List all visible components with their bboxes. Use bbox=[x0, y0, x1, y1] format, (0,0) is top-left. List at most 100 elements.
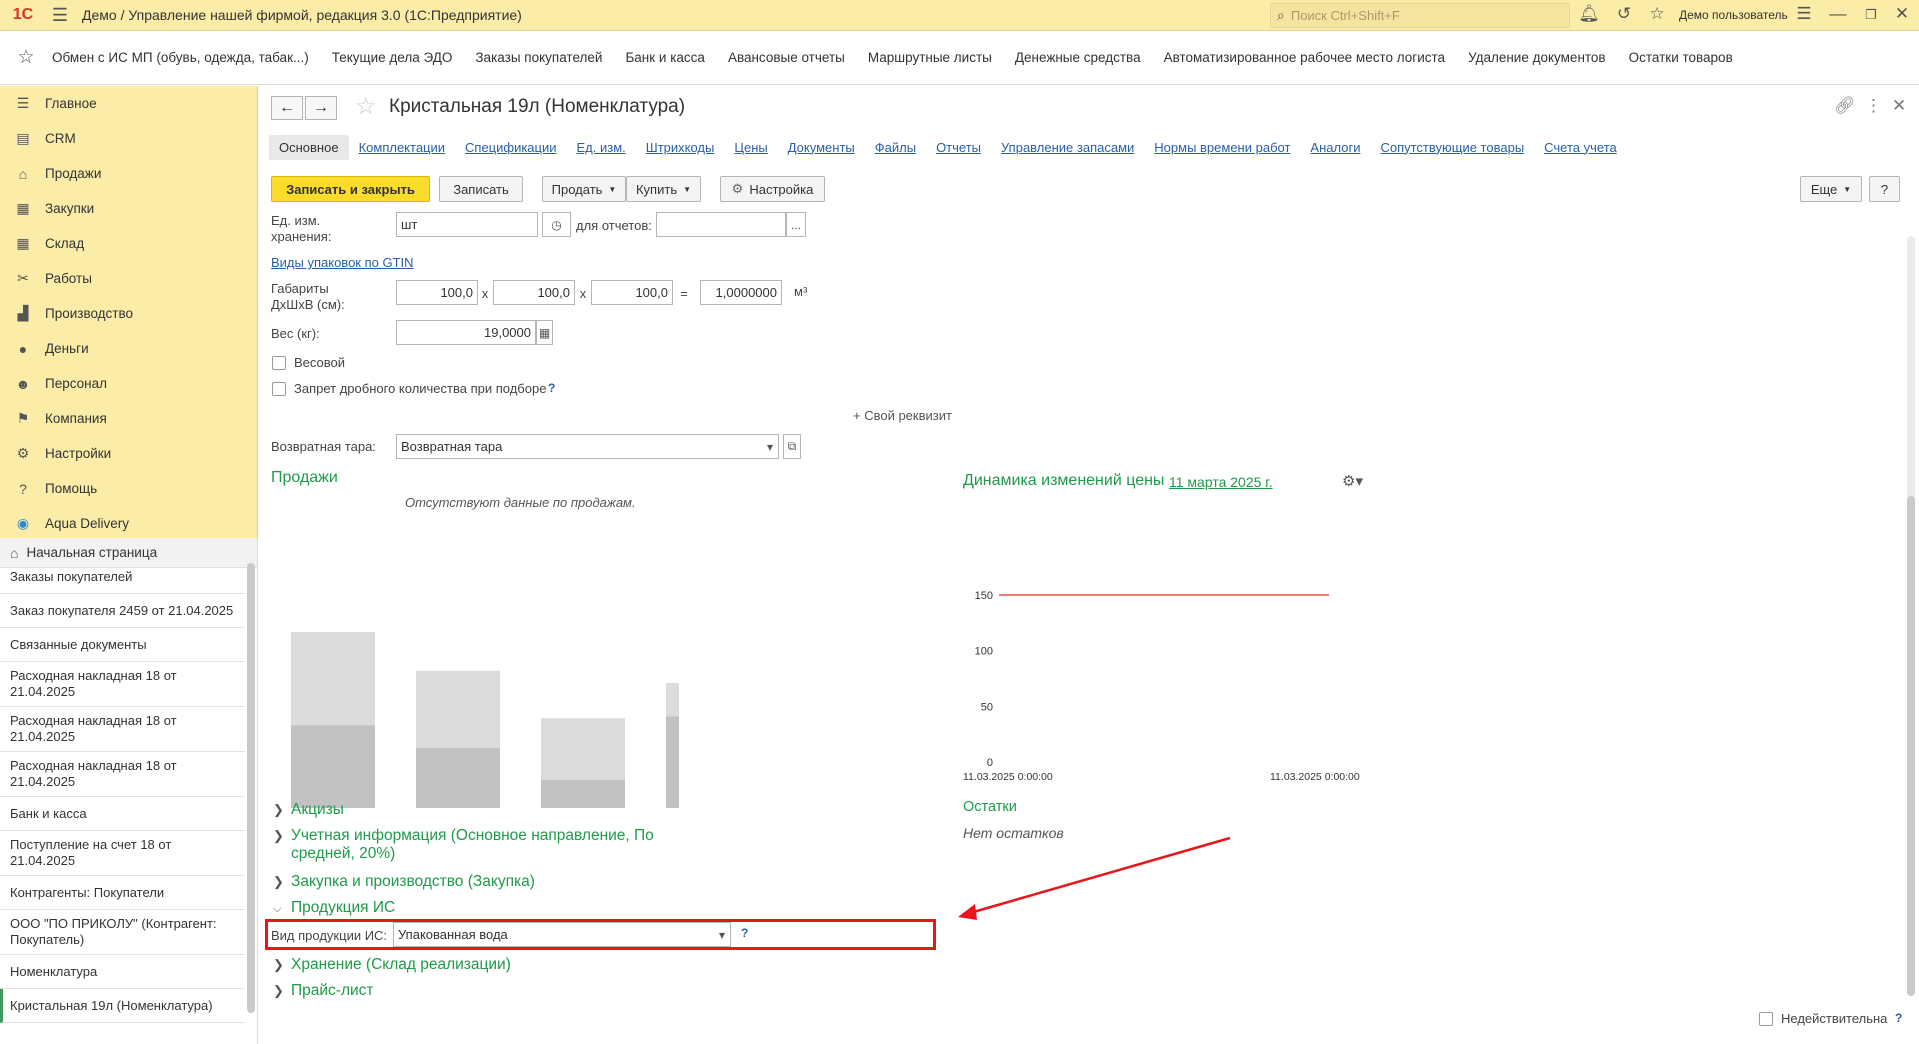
sidebar-item-personnel[interactable]: ☻ Персонал bbox=[0, 366, 257, 401]
sidebar-item-sales[interactable]: ⌂ Продажи bbox=[0, 156, 257, 191]
sidebar-item-company[interactable]: ⚑ Компания bbox=[0, 401, 257, 436]
sidebar-item-help[interactable]: ? Помощь bbox=[0, 471, 257, 506]
fav-item[interactable]: Удаление документов bbox=[1468, 50, 1606, 65]
restore-icon[interactable]: ❐ bbox=[1859, 7, 1883, 23]
sidebar-item-crm[interactable]: ▤ CRM bbox=[0, 121, 257, 156]
tab-documents[interactable]: Документы bbox=[788, 140, 855, 155]
help-icon[interactable]: ? bbox=[1895, 1011, 1902, 1025]
history-item[interactable]: Расходная накладная 18 от 21.04.2025 bbox=[0, 662, 245, 707]
sidebar-item-aqua-delivery[interactable]: ◉ Aqua Delivery bbox=[0, 506, 257, 541]
group-pricelist[interactable]: ❯ Прайс-лист bbox=[273, 982, 374, 1000]
history-scrollbar[interactable] bbox=[247, 563, 255, 1013]
fav-item[interactable]: Обмен с ИС МП (обувь, одежда, табак...) bbox=[52, 50, 309, 65]
history-item[interactable]: Контрагенты: Покупатели bbox=[0, 876, 245, 910]
weighted-checkbox[interactable] bbox=[272, 356, 286, 370]
tab-prices[interactable]: Цены bbox=[734, 140, 767, 155]
tab-main[interactable]: Основное bbox=[269, 134, 349, 160]
sidebar-item-warehouse[interactable]: ▦ Склад bbox=[0, 226, 257, 261]
close-icon[interactable]: ✕ bbox=[1890, 4, 1914, 24]
history-item[interactable]: Расходная накладная 18 от 21.04.2025 bbox=[0, 752, 245, 797]
length-field[interactable]: 100,0 bbox=[396, 280, 478, 305]
group-excise[interactable]: ❯ Акцизы bbox=[273, 801, 344, 819]
sidebar-item-main[interactable]: ☰ Главное bbox=[0, 86, 257, 121]
tab-related-products[interactable]: Сопутствующие товары bbox=[1380, 140, 1524, 155]
history-icon[interactable]: ↺ bbox=[1612, 4, 1636, 24]
sell-button[interactable]: Продать ▼ bbox=[542, 176, 626, 202]
user-name[interactable]: Демо пользователь bbox=[1679, 8, 1788, 22]
history-pick-icon[interactable]: ◷ bbox=[542, 212, 571, 237]
sidebar-item-money[interactable]: ● Деньги bbox=[0, 331, 257, 366]
history-item[interactable]: Поступление на счет 18 от 21.04.2025 bbox=[0, 831, 245, 876]
fav-item[interactable]: Маршрутные листы bbox=[868, 50, 992, 65]
tab-barcodes[interactable]: Штрихкоды bbox=[646, 140, 715, 155]
history-item[interactable]: Связанные документы bbox=[0, 628, 245, 662]
inactive-checkbox[interactable] bbox=[1759, 1012, 1773, 1026]
close-form-icon[interactable]: ✕ bbox=[1892, 96, 1906, 116]
gtin-packaging-link[interactable]: Виды упаковок по GTIN bbox=[271, 255, 414, 270]
height-field[interactable]: 100,0 bbox=[591, 280, 673, 305]
save-close-button[interactable]: Записать и закрыть bbox=[271, 176, 430, 202]
buy-button[interactable]: Купить ▼ bbox=[626, 176, 701, 202]
forward-button[interactable]: → bbox=[305, 96, 337, 120]
select-ellipsis-button[interactable]: ... bbox=[786, 212, 806, 237]
tab-inventory-management[interactable]: Управление запасами bbox=[1001, 140, 1134, 155]
tab-files[interactable]: Файлы bbox=[875, 140, 916, 155]
tab-reports[interactable]: Отчеты bbox=[936, 140, 981, 155]
settings-button[interactable]: ⚙ Настройка bbox=[720, 176, 825, 202]
sidebar-item-settings[interactable]: ⚙ Настройки bbox=[0, 436, 257, 471]
unit-field[interactable]: шт bbox=[396, 212, 538, 237]
more-vert-icon[interactable]: ⋮ bbox=[1865, 96, 1882, 116]
sidebar-item-purchases[interactable]: ▦ Закупки bbox=[0, 191, 257, 226]
form-scrollbar[interactable] bbox=[1907, 236, 1915, 996]
fav-item[interactable]: Денежные средства bbox=[1015, 50, 1141, 65]
history-item[interactable]: ООО "ПО ПРИКОЛУ" (Контрагент: Покупатель… bbox=[0, 910, 245, 955]
history-item[interactable]: Расходная накладная 18 от 21.04.2025 bbox=[0, 707, 245, 752]
save-button[interactable]: Записать bbox=[439, 176, 523, 202]
reports-unit-field[interactable] bbox=[656, 212, 786, 237]
link-icon[interactable]: 🔗︎ bbox=[1834, 96, 1856, 116]
sidebar-item-production[interactable]: ▟ Производство bbox=[0, 296, 257, 331]
history-item[interactable]: Заказы покупателей bbox=[0, 568, 245, 594]
tab-kits[interactable]: Комплектации bbox=[359, 140, 445, 155]
chevron-down-icon[interactable]: ▾ bbox=[762, 434, 779, 459]
history-item[interactable]: Номенклатура bbox=[0, 955, 245, 989]
notification-bell-icon[interactable]: 🔔︎ bbox=[1577, 4, 1601, 24]
fav-item[interactable]: Остатки товаров bbox=[1629, 50, 1733, 65]
tab-units[interactable]: Ед. изм. bbox=[577, 140, 626, 155]
fav-item[interactable]: Заказы покупателей bbox=[475, 50, 602, 65]
main-menu-icon[interactable]: ☰ bbox=[46, 0, 74, 31]
home-page-link[interactable]: ⌂ Начальная страница bbox=[0, 538, 257, 568]
scrollbar-thumb[interactable] bbox=[1907, 496, 1915, 996]
history-item[interactable]: Заказ покупателя 2459 от 21.04.2025 bbox=[0, 594, 245, 628]
search-input[interactable]: ⌕ Поиск Ctrl+Shift+F bbox=[1270, 3, 1570, 28]
fav-item[interactable]: Авансовые отчеты bbox=[728, 50, 845, 65]
help-icon[interactable]: ? bbox=[548, 381, 555, 395]
group-accounting[interactable]: ❯ Учетная информация (Основное направлени… bbox=[273, 827, 693, 863]
sidebar-item-works[interactable]: ✂ Работы bbox=[0, 261, 257, 296]
history-item[interactable]: Банк и касса bbox=[0, 797, 245, 831]
add-favorite-star-icon[interactable]: ☆ bbox=[355, 92, 377, 121]
group-purchase[interactable]: ❯ Закупка и производство (Закупка) bbox=[273, 873, 535, 891]
tab-accounts[interactable]: Счета учета bbox=[1544, 140, 1617, 155]
settings-menu-icon[interactable]: ☰ bbox=[1792, 4, 1816, 24]
open-icon[interactable]: ⧉ bbox=[783, 434, 801, 459]
tab-analogs[interactable]: Аналоги bbox=[1310, 140, 1360, 155]
fraction-ban-checkbox[interactable] bbox=[272, 382, 286, 396]
fav-item[interactable]: Автоматизированное рабочее место логиста bbox=[1164, 50, 1445, 65]
favorites-star-icon[interactable]: ☆ bbox=[1645, 4, 1669, 24]
minimize-icon[interactable]: — bbox=[1826, 4, 1850, 24]
back-button[interactable]: ← bbox=[271, 96, 303, 120]
group-storage[interactable]: ❯ Хранение (Склад реализации) bbox=[273, 956, 511, 974]
width-field[interactable]: 100,0 bbox=[493, 280, 575, 305]
calculator-icon[interactable]: ▦ bbox=[536, 320, 553, 345]
history-item-active[interactable]: Кристальная 19л (Номенклатура) bbox=[0, 989, 245, 1023]
tab-specifications[interactable]: Спецификации bbox=[465, 140, 557, 155]
fav-item[interactable]: Банк и касса bbox=[625, 50, 705, 65]
help-button[interactable]: ? bbox=[1869, 176, 1900, 202]
more-button[interactable]: Еще ▼ bbox=[1800, 176, 1862, 202]
tab-work-time-norms[interactable]: Нормы времени работ bbox=[1154, 140, 1290, 155]
weight-field[interactable]: 19,0000 bbox=[396, 320, 536, 345]
fav-item[interactable]: Текущие дела ЭДО bbox=[332, 50, 453, 65]
favorites-star-icon[interactable]: ☆ bbox=[0, 46, 52, 69]
custom-attribute-link[interactable]: + Свой реквизит bbox=[853, 408, 952, 424]
